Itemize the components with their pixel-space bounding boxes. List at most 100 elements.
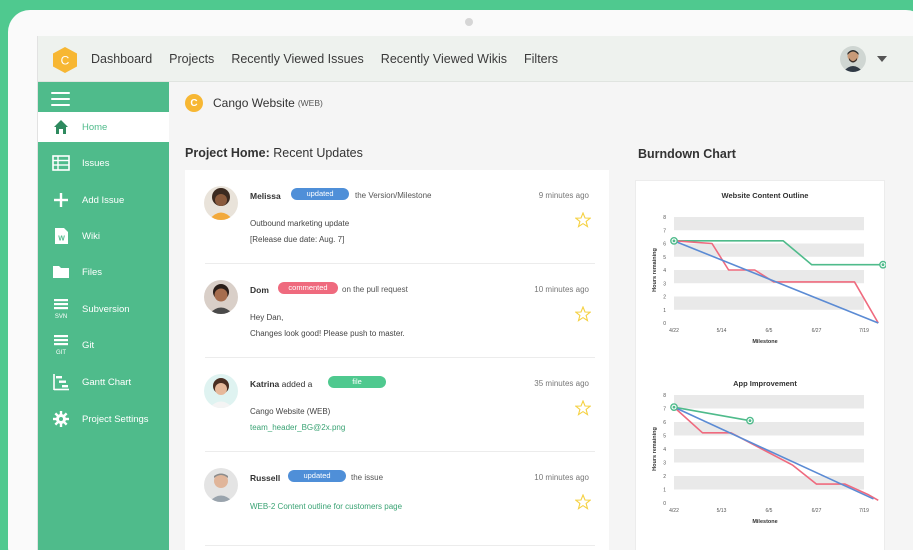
x-tick-label: 4/22 [669, 328, 679, 334]
update-line-1: Hey Dan, [250, 313, 284, 322]
avatar[interactable] [204, 374, 238, 408]
chart-title: Website Content Outline [722, 191, 809, 200]
chart-title: App Improvement [733, 379, 797, 388]
update-author[interactable]: Melissa [250, 191, 281, 201]
updates-feed: Melissa updated the Version/Milestone 9 … [185, 170, 609, 550]
update-author[interactable]: Dom [250, 285, 269, 295]
issue-link[interactable]: WEB-2 Content outline for customers page [250, 502, 402, 511]
sidebar-item-wiki[interactable]: W Wiki [38, 221, 169, 251]
sidebar-item-label: Project Settings [82, 413, 149, 425]
update-time: 10 minutes ago [534, 285, 589, 294]
star-icon[interactable] [575, 494, 591, 510]
x-tick-label: 5/14 [717, 328, 727, 334]
grid-band [674, 296, 864, 310]
star-icon[interactable] [575, 306, 591, 322]
chevron-down-icon[interactable] [877, 56, 887, 62]
svg-text:W: W [58, 236, 65, 243]
project-logo: C [185, 94, 203, 112]
x-tick-label: 6/5 [766, 328, 773, 334]
y-tick-label: 8 [663, 393, 666, 399]
chart-0: Website Content Outline 0 1 2 3 4 5 6 7 8 4/22 5/14… [652, 191, 887, 345]
project-name[interactable]: Cango Website [213, 96, 295, 110]
x-tick-label: 5/13 [717, 508, 727, 514]
nav-recent-wikis[interactable]: Recently Viewed Wikis [381, 52, 507, 66]
project-header: C Cango Website (WEB) [185, 94, 323, 112]
y-tick-label: 7 [663, 228, 666, 234]
star-icon[interactable] [575, 400, 591, 416]
sidebar: Home Issues Add Issue W Wiki Files SVN S… [38, 82, 169, 550]
x-tick-label: 6/27 [812, 328, 822, 334]
main-nav: Dashboard Projects Recently Viewed Issue… [91, 36, 575, 82]
sidebar-item-label: Files [82, 266, 103, 278]
avatar[interactable] [204, 186, 238, 220]
y-axis-label: Hours remaining [652, 248, 658, 292]
sidebar-item-label: Git [82, 339, 95, 351]
grid-band [674, 395, 864, 409]
update-line-2: [Release due date: Aug. 7] [250, 235, 345, 244]
y-tick-label: 0 [663, 321, 666, 327]
nav-dashboard[interactable]: Dashboard [91, 52, 152, 66]
burndown-charts: Website Content Outline 0 1 2 3 4 5 6 7 8 4/22 5/14… [652, 191, 887, 525]
home-icon [54, 120, 68, 134]
grid-band [674, 217, 864, 231]
update-action: the issue [351, 473, 384, 482]
x-tick-label: 6/27 [812, 508, 822, 514]
gantt-icon [53, 374, 69, 391]
avatar[interactable] [204, 468, 238, 502]
update-line-1: Outbound marketing update [250, 219, 350, 228]
x-tick-label: 4/22 [669, 508, 679, 514]
sidebar-item-issues[interactable]: Issues [38, 148, 169, 178]
y-tick-label: 6 [663, 420, 666, 426]
y-tick-label: 5 [663, 434, 666, 440]
avatar[interactable] [204, 280, 238, 314]
sidebar-item-label: Wiki [82, 230, 100, 242]
series-point-dot [672, 239, 676, 243]
app-logo[interactable]: C [53, 47, 77, 73]
grid-band [674, 243, 864, 257]
update-line-1: Cango Website (WEB) [250, 407, 331, 416]
user-avatar[interactable] [840, 46, 866, 72]
y-tick-label: 2 [663, 474, 666, 480]
sidebar-item-project-settings[interactable]: Project Settings [38, 404, 169, 434]
svg-text:C: C [61, 54, 70, 68]
file-link[interactable]: team_header_BG@2x.png [250, 423, 345, 432]
plus-icon [54, 193, 68, 207]
update-author[interactable]: Katrina added a [250, 379, 312, 389]
y-tick-label: 4 [663, 447, 666, 453]
sidebar-item-git[interactable]: GIT Git [38, 330, 169, 360]
update-author[interactable]: Russell [250, 473, 280, 483]
status-badge: commented [278, 282, 338, 294]
y-tick-label: 3 [663, 281, 666, 287]
update-item: Katrina added a file 35 minutes ago Cang… [185, 358, 609, 452]
y-tick-label: 3 [663, 461, 666, 467]
nav-filters[interactable]: Filters [524, 52, 558, 66]
sidebar-item-add-issue[interactable]: Add Issue [38, 185, 169, 215]
nav-recent-issues[interactable]: Recently Viewed Issues [231, 52, 363, 66]
wiki-icon: W [55, 228, 68, 244]
sidebar-item-label: Issues [82, 157, 110, 169]
update-item: Russell updated the issue 10 minutes ago… [185, 452, 609, 546]
app-screen: C Dashboard Projects Recently Viewed Iss… [37, 36, 913, 550]
sidebar-item-files[interactable]: Files [38, 257, 169, 287]
list-icon [52, 155, 70, 171]
sidebar-item-label: Add Issue [82, 194, 125, 206]
nav-projects[interactable]: Projects [169, 52, 214, 66]
sidebar-item-subversion[interactable]: SVN Subversion [38, 294, 169, 324]
x-tick-label: 7/19 [859, 328, 869, 334]
y-tick-label: 1 [663, 308, 666, 314]
update-time: 10 minutes ago [534, 473, 589, 482]
update-action: the Version/Milestone [355, 191, 432, 200]
star-icon[interactable] [575, 212, 591, 228]
status-badge: updated [288, 470, 346, 482]
sidebar-item-gantt[interactable]: Gantt Chart [38, 367, 169, 397]
menu-icon[interactable] [51, 92, 70, 106]
sidebar-item-home[interactable]: Home [38, 112, 169, 142]
update-time: 35 minutes ago [534, 379, 589, 388]
burndown-title: Burndown Chart [638, 147, 736, 161]
x-tick-label: 7/19 [859, 508, 869, 514]
svg-text:SVN: SVN [55, 314, 67, 320]
update-item: Dom commented on the pull request 10 min… [185, 264, 609, 358]
top-navbar: C Dashboard Projects Recently Viewed Iss… [38, 36, 913, 82]
svg-text:GIT: GIT [56, 350, 66, 356]
folder-icon [53, 266, 69, 278]
